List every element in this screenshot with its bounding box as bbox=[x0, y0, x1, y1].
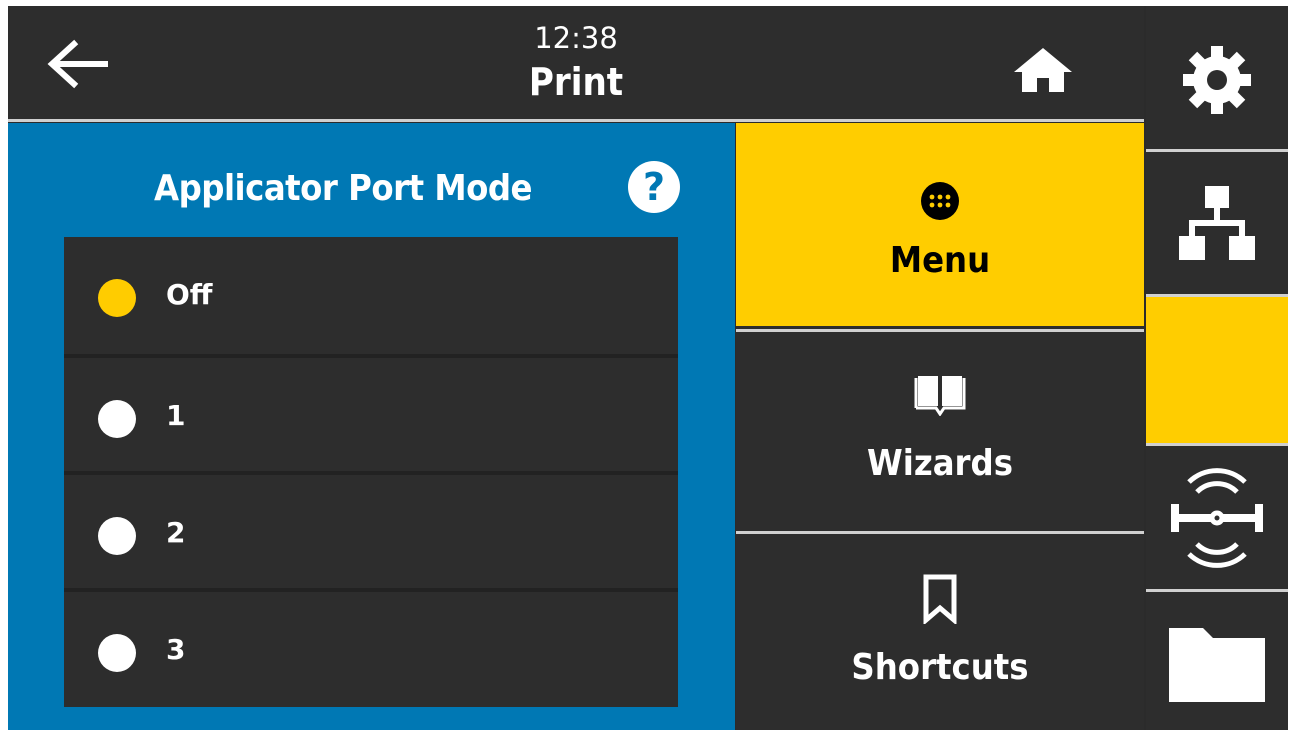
menu-button[interactable]: Menu bbox=[736, 123, 1144, 326]
category-sidebar bbox=[1146, 6, 1288, 730]
radio-option-list: Off 1 2 3 bbox=[64, 237, 678, 707]
home-button[interactable] bbox=[1008, 44, 1078, 94]
option-2[interactable]: 2 bbox=[64, 471, 678, 588]
network-icon bbox=[1179, 186, 1255, 260]
page-title: Print bbox=[528, 60, 624, 104]
folder-icon bbox=[1169, 628, 1265, 702]
option-label: 1 bbox=[166, 399, 186, 432]
menu-grid-icon bbox=[921, 182, 959, 220]
main-nav-column: Menu Wizards Shortcuts bbox=[736, 123, 1144, 730]
book-icon bbox=[914, 376, 966, 416]
storage-category-button[interactable] bbox=[1146, 592, 1288, 730]
radio-unselected-icon bbox=[98, 517, 136, 555]
print-category-button-active[interactable] bbox=[1146, 297, 1288, 443]
setting-panel: Applicator Port Mode ? Off 1 2 3 bbox=[8, 123, 735, 730]
bookmark-icon bbox=[923, 574, 957, 624]
menu-label: Menu bbox=[889, 240, 991, 281]
setting-title: Applicator Port Mode bbox=[154, 168, 533, 209]
wizards-button[interactable]: Wizards bbox=[736, 329, 1144, 528]
help-icon: ? bbox=[642, 165, 666, 209]
radio-selected-icon bbox=[98, 279, 136, 317]
printer-screen: 12:38 Print Applicator Port Mode ? Off 1 bbox=[8, 6, 1288, 730]
gear-icon bbox=[1183, 46, 1251, 114]
option-label: 2 bbox=[166, 516, 186, 549]
option-off[interactable]: Off bbox=[64, 237, 678, 354]
header-bar: 12:38 Print bbox=[8, 6, 1144, 122]
option-label: Off bbox=[166, 278, 213, 311]
option-1[interactable]: 1 bbox=[64, 354, 678, 471]
help-button[interactable]: ? bbox=[628, 161, 680, 213]
settings-category-button[interactable] bbox=[1146, 6, 1288, 149]
wireless-antenna-icon bbox=[1171, 468, 1263, 568]
home-icon bbox=[1014, 48, 1072, 92]
shortcuts-button[interactable]: Shortcuts bbox=[736, 531, 1144, 730]
radio-unselected-icon bbox=[98, 400, 136, 438]
wizards-label: Wizards bbox=[867, 443, 1013, 484]
option-3[interactable]: 3 bbox=[64, 588, 678, 705]
shortcuts-label: Shortcuts bbox=[851, 647, 1029, 688]
radio-unselected-icon bbox=[98, 634, 136, 672]
clock-time: 12:38 bbox=[534, 21, 618, 55]
rfid-category-button[interactable] bbox=[1146, 446, 1288, 589]
option-label: 3 bbox=[166, 633, 186, 666]
network-category-button[interactable] bbox=[1146, 152, 1288, 294]
